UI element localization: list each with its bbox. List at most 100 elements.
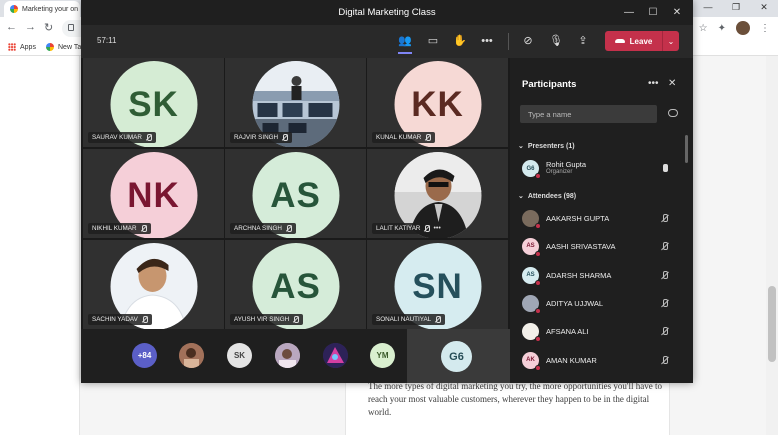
video-tile[interactable]: SK SAURAV KUMAR [83, 58, 224, 147]
video-tile[interactable]: KK KUNAL KUMAR [367, 58, 508, 147]
participant-name: RAJVIR SINGH [234, 134, 279, 141]
presenters-section-header[interactable]: ⌄ Presenters (1) [518, 142, 575, 151]
mini-avatar[interactable] [179, 343, 204, 368]
share-screen-icon[interactable]: ⇪ [574, 33, 592, 49]
more-options-icon[interactable]: ••• [433, 225, 440, 232]
more-actions-icon[interactable]: ••• [478, 33, 496, 49]
globe-icon [46, 43, 54, 51]
participant-name: Rohit Gupta [546, 160, 587, 169]
participant-avatar [522, 209, 541, 229]
participant-row[interactable]: AAKARSH GUPTA [510, 204, 680, 232]
apps-grid-icon [8, 43, 16, 51]
participant-name: SONALI NAUTIYAL [376, 316, 432, 323]
video-tile[interactable]: RAJVIR SINGH [225, 58, 366, 147]
mic-muted-icon [660, 355, 669, 365]
teams-close-button[interactable]: ✕ [665, 0, 689, 25]
teams-maximize-button[interactable]: ☐ [641, 0, 665, 25]
status-dot [535, 173, 541, 179]
attendees-section-header[interactable]: ⌄ Attendees (98) [518, 192, 577, 201]
participant-name: AMAN KUMAR [546, 355, 597, 365]
raise-hand-icon[interactable]: ✋ [451, 33, 469, 49]
mic-muted-icon [660, 270, 669, 280]
page-scrollbar[interactable] [766, 56, 778, 435]
chat-icon[interactable]: ▭ [424, 33, 442, 49]
mic-muted-icon [141, 316, 148, 323]
lock-icon [68, 24, 74, 31]
participant-row[interactable]: AK AMAN KUMAR [510, 346, 680, 374]
page-scroll-thumb[interactable] [768, 286, 776, 362]
leave-button[interactable]: Leave ⌄ [605, 31, 679, 51]
bookmark-apps[interactable]: Apps [8, 43, 36, 51]
participants-scrollbar[interactable] [685, 135, 688, 163]
microphone-icon[interactable]: 🎙 [547, 33, 565, 49]
mic-muted-icon [660, 298, 669, 308]
browser-menu-icon[interactable]: ⋮ [760, 23, 770, 34]
article-paragraph: The more types of digital marketing you … [368, 381, 662, 418]
forward-icon[interactable]: → [25, 21, 36, 33]
reload-icon[interactable]: ↻ [44, 21, 53, 34]
participant-row[interactable]: AS AASHI SRIVASTAVA [510, 232, 680, 260]
participant-initials: G6 [526, 165, 535, 172]
mic-muted-icon [424, 134, 432, 141]
participants-panel: Participants ••• ✕ ⌄ Presenters (1) G6 R… [510, 58, 693, 383]
browser-tab[interactable]: Marketing your on [4, 1, 80, 17]
self-avatar[interactable]: G6 [441, 341, 472, 372]
video-tile[interactable]: SACHIN YADAV [83, 240, 224, 329]
teams-meeting-window: Digital Marketing Class — ☐ ✕ 57:11 👥 ▭ … [81, 0, 693, 383]
chevron-down-icon[interactable]: ⌄ [663, 37, 679, 46]
participant-avatar: AS [522, 266, 541, 286]
video-tile[interactable]: AS AYUSH VIR SINGH [225, 240, 366, 329]
participant-avatar [522, 322, 541, 342]
participant-name-tag: SACHIN YADAV [88, 314, 152, 325]
back-icon[interactable]: ← [6, 21, 17, 33]
browser-minimize-button[interactable]: — [694, 0, 722, 17]
browser-close-button[interactable]: ✕ [750, 0, 778, 17]
attendees-label: Attendees (98) [527, 192, 577, 200]
profile-avatar[interactable] [736, 21, 750, 35]
meeting-title: Digital Marketing Class [338, 7, 436, 18]
mic-muted-icon [660, 241, 669, 251]
mini-avatar[interactable] [275, 343, 300, 368]
participant-row[interactable]: AFSANA ALI [510, 317, 680, 345]
browser-restore-button[interactable]: ❐ [722, 0, 750, 17]
meeting-controls-bar: 57:11 👥 ▭ ✋ ••• ⊘ 🎙 ⇪ Leave ⌄ [81, 25, 693, 58]
participant-name-tag: NIKHIL KUMAR [88, 223, 151, 234]
video-tile[interactable]: AS ARCHNA SINGH [225, 149, 366, 238]
mini-avatar[interactable]: SK [227, 343, 252, 368]
participant-avatar: AS [522, 237, 541, 257]
teams-minimize-button[interactable]: — [617, 0, 641, 25]
video-tile[interactable]: LALIT KATIYAR ••• [367, 149, 508, 238]
participant-name-tag: LALIT KATIYAR ••• [372, 223, 445, 234]
participant-name: ADITYA UJJWAL [546, 298, 604, 308]
extensions-icon[interactable]: ✦ [718, 23, 726, 34]
mini-avatar[interactable]: YM [370, 343, 395, 368]
participant-name-tag: KUNAL KUMAR [372, 132, 436, 143]
mini-avatar[interactable] [323, 343, 348, 368]
participant-avatar: G6 [522, 160, 541, 179]
more-options-icon[interactable]: ••• [648, 78, 659, 89]
participant-row[interactable]: ADITYA UJJWAL [510, 289, 680, 317]
bookmark-star-icon[interactable]: ☆ [699, 23, 708, 34]
bookmark-new-tab[interactable]: New Ta [46, 43, 81, 51]
camera-off-icon[interactable]: ⊘ [519, 33, 537, 49]
participants-title: Participants [522, 79, 577, 90]
participant-avatar: AK [522, 351, 541, 371]
overflow-count-badge[interactable]: +84 [132, 343, 157, 368]
participant-row[interactable]: G6 Rohit Gupta Organizer [510, 154, 680, 182]
video-tile[interactable]: SN SONALI NAUTIYAL [367, 240, 508, 329]
participant-row[interactable]: AS ADARSH SHARMA [510, 261, 680, 289]
participant-name-tag: ARCHNA SINGH [230, 223, 296, 234]
participants-icon[interactable]: 👥 [396, 33, 414, 54]
participant-search-input[interactable] [520, 105, 657, 123]
participant-name: NIKHIL KUMAR [92, 225, 137, 232]
video-tile[interactable]: NK NIKHIL KUMAR [83, 149, 224, 238]
participant-initials: AS [526, 243, 535, 249]
mic-muted-icon [660, 326, 669, 336]
participant-name: AYUSH VIR SINGH [234, 316, 290, 323]
browser-window-controls: — ❐ ✕ [694, 0, 778, 17]
participant-name-tag: RAJVIR SINGH [230, 132, 293, 143]
close-icon[interactable]: ✕ [668, 78, 676, 89]
share-invite-icon[interactable] [668, 109, 678, 117]
participant-name: AFSANA ALI [546, 326, 589, 336]
participant-name: AAKARSH GUPTA [546, 213, 610, 223]
